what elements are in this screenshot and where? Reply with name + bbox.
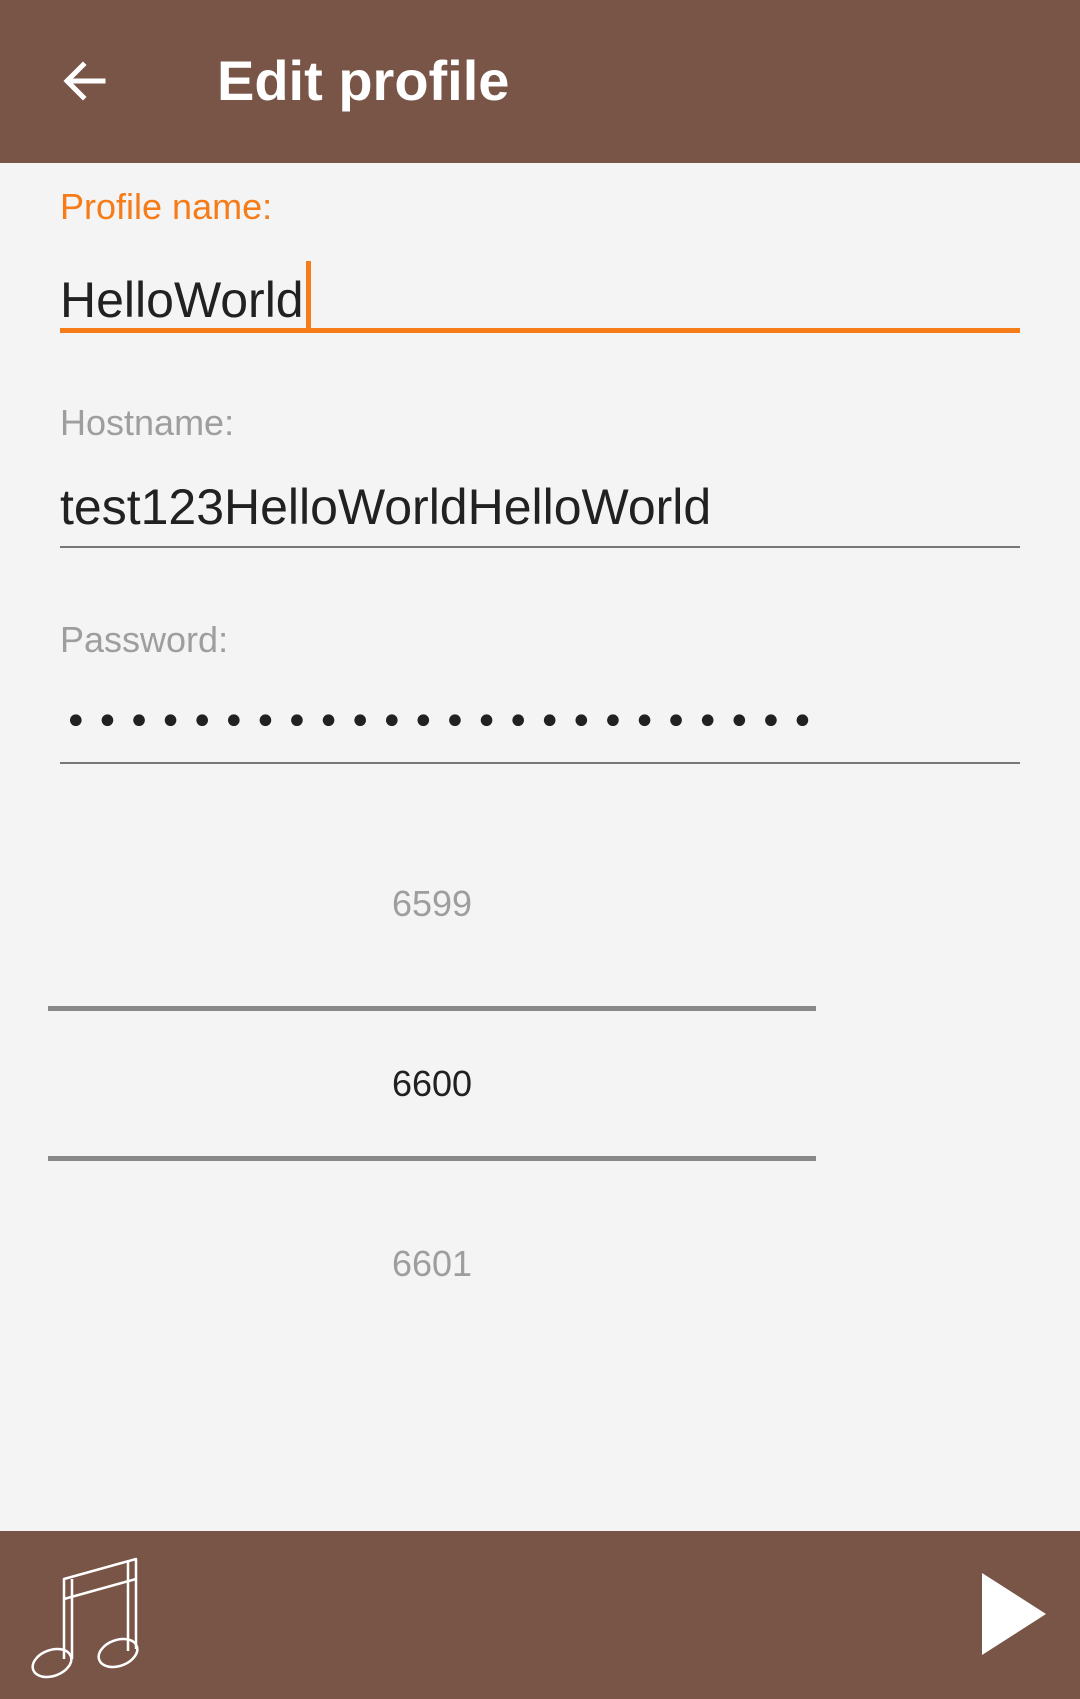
picker-divider-bottom	[48, 1156, 816, 1161]
music-note-icon	[31, 1557, 139, 1679]
password-input[interactable]: ••••••••••••••••••••••••	[64, 692, 822, 752]
app-bar: Edit profile	[0, 0, 1080, 163]
back-button[interactable]	[40, 36, 130, 126]
picker-item-previous[interactable]: 6599	[48, 882, 816, 926]
play-button[interactable]	[978, 1571, 1058, 1661]
music-button[interactable]	[28, 1551, 148, 1681]
profile-name-label: Profile name:	[60, 186, 273, 227]
profile-name-value: HelloWorld	[60, 272, 304, 328]
password-label: Password:	[60, 619, 229, 660]
picker-item-selected[interactable]: 6600	[48, 1062, 816, 1106]
hostname-underline	[60, 546, 1020, 548]
picker-divider-top	[48, 1006, 816, 1011]
arrow-left-icon	[63, 61, 106, 101]
port-number-picker[interactable]: 6599 6600 6601	[48, 860, 816, 1284]
password-underline	[60, 762, 1020, 764]
hostname-label: Hostname:	[60, 402, 235, 443]
text-cursor	[305, 261, 311, 331]
profile-name-underline	[60, 328, 1020, 333]
bottom-bar	[0, 1531, 1080, 1699]
play-icon	[982, 1573, 1046, 1655]
page-title: Edit profile	[217, 49, 510, 112]
profile-name-input[interactable]: HelloWorld	[60, 261, 311, 331]
picker-item-next[interactable]: 6601	[48, 1242, 816, 1286]
hostname-input[interactable]: test123HelloWorldHelloWorld	[60, 477, 711, 537]
